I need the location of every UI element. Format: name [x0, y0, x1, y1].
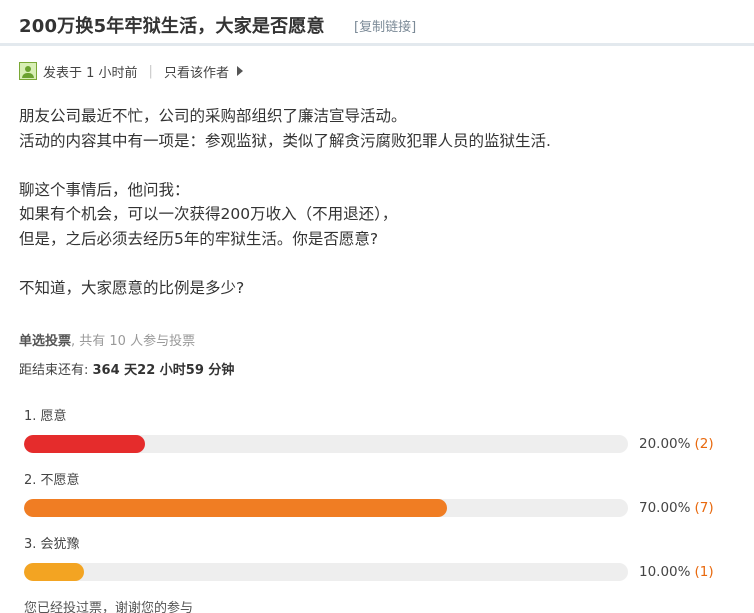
poll-participants: , 共有 10 人参与投票	[71, 334, 196, 349]
post-line: 但是，之后必须去经历5年的牢狱生活。你是否愿意?	[19, 229, 379, 248]
deadline-value: 364 天22 小时59 分钟	[92, 363, 235, 378]
poll-option-label: 2. 不愿意	[24, 473, 80, 488]
posted-time: 发表于 1 小时前	[43, 65, 138, 81]
deadline-label: 距结束还有:	[19, 363, 93, 378]
post-line: 朋友公司最近不忙，公司的采购部组织了廉洁宣导活动。	[19, 107, 407, 125]
post-line: 聊这个事情后，他问我：	[19, 180, 190, 199]
author-only-link[interactable]: 只看该作者	[164, 62, 229, 81]
meta-separator: |	[148, 63, 153, 79]
post-line: 如果有个机会，可以一次获得200万收入（不用退还），	[19, 205, 398, 223]
poll-count: (7)	[694, 500, 714, 516]
poll-bar-track	[24, 563, 628, 581]
thread-title: 200万换5年牢狱生活，大家是否愿意	[19, 16, 325, 37]
post-meta: 发表于 1 小时前 | 只看该作者	[19, 60, 243, 82]
caret-right-icon	[236, 66, 243, 76]
poll-result: 10.00% (1)	[639, 564, 714, 580]
poll-bar-fill	[24, 435, 145, 453]
poll-type: 单选投票	[19, 334, 72, 349]
user-avatar-icon	[19, 62, 37, 80]
poll-info: 单选投票, 共有 10 人参与投票	[19, 330, 195, 349]
poll-count: (2)	[694, 436, 714, 452]
post-line: 不知道，大家愿意的比例是多少?	[19, 278, 245, 297]
poll-bar-track	[24, 499, 628, 517]
copy-link-button[interactable]: [复制链接]	[354, 16, 416, 35]
poll-deadline: 距结束还有: 364 天22 小时59 分钟	[19, 359, 234, 378]
poll-option-label: 3. 会犹豫	[24, 537, 80, 552]
poll-bar-fill	[24, 499, 447, 517]
poll-percent: 20.00%	[639, 436, 691, 452]
poll-option-label: 1. 愿意	[24, 409, 67, 424]
voted-note: 您已经投过票，谢谢您的参与	[24, 601, 194, 613]
poll-bar-fill	[24, 563, 85, 581]
poll-result: 70.00% (7)	[639, 500, 714, 516]
poll-bar-track	[24, 435, 628, 453]
post-line: 活动的内容其中有一项是：参观监狱，类似了解贪污腐败犯罪人员的监狱生活.	[19, 131, 551, 150]
poll-percent: 70.00%	[639, 500, 691, 516]
poll-percent: 10.00%	[639, 564, 691, 580]
thread-header: 200万换5年牢狱生活，大家是否愿意 [复制链接]	[0, 0, 754, 46]
poll-result: 20.00% (2)	[639, 436, 714, 452]
post-content: 朋友公司最近不忙，公司的采购部组织了廉洁宣导活动。 活动的内容其中有一项是：参观…	[19, 104, 739, 300]
poll-count: (1)	[694, 564, 714, 580]
